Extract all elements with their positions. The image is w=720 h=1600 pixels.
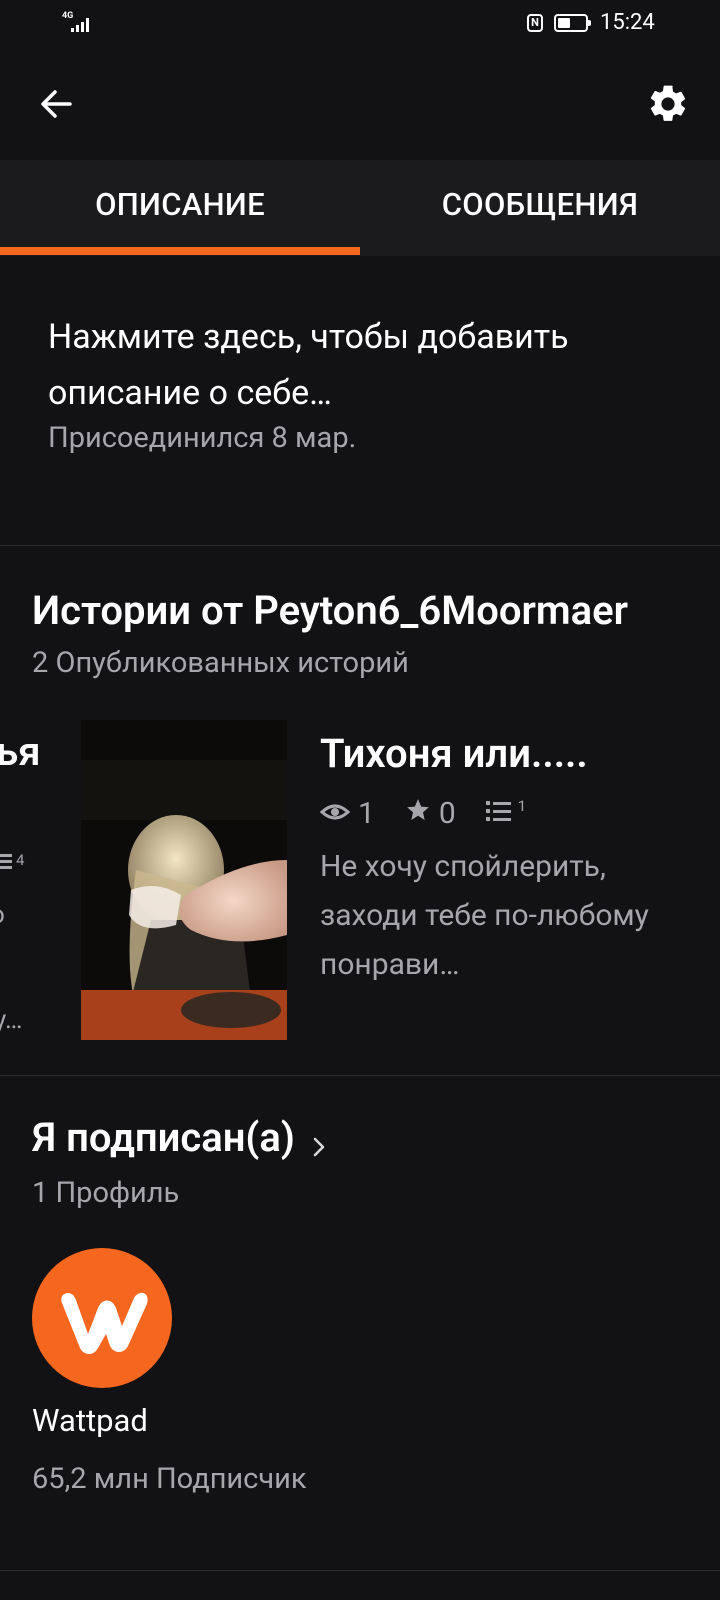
profile-tabs: ОПИСАНИЕ СООБЩЕНИЯ bbox=[0, 160, 720, 256]
profile-followers: 65,2 млн Подписчик bbox=[32, 1462, 307, 1496]
previous-story-parts: 4 bbox=[0, 851, 30, 875]
divider bbox=[0, 545, 720, 546]
list-icon bbox=[485, 796, 514, 831]
tab-description[interactable]: ОПИСАНИЕ bbox=[0, 160, 360, 256]
status-bar: 4G N 15:24 bbox=[0, 0, 720, 50]
previous-story-title-fragment[interactable]: ья bbox=[0, 728, 40, 775]
tab-messages[interactable]: СООБЩЕНИЯ bbox=[360, 160, 720, 256]
clock: 15:24 bbox=[600, 10, 655, 35]
joined-date: Присоединился 8 мар. bbox=[48, 421, 357, 455]
votes-count: 0 bbox=[438, 795, 456, 831]
following-section-title[interactable]: Я подписан(а) bbox=[32, 1114, 329, 1161]
divider bbox=[0, 1570, 720, 1571]
parts-count: 1 bbox=[517, 797, 527, 815]
following-count: 1 Профиль bbox=[32, 1176, 180, 1210]
story-stats: 1 0 1 bbox=[319, 793, 527, 833]
profile-name[interactable]: Wattpad bbox=[32, 1402, 148, 1439]
stories-section-title: Истории от Peyton6_6Moormaer bbox=[32, 587, 629, 634]
story-cover-image[interactable] bbox=[81, 720, 287, 1040]
previous-story-text-fragment: о bbox=[0, 900, 5, 930]
story-blurb: Не хочу спойлерить, заходи тебе по-любом… bbox=[320, 849, 649, 982]
previous-story-text-fragment: у… bbox=[0, 1005, 23, 1035]
nfc-icon: N bbox=[527, 14, 543, 32]
back-arrow-icon[interactable] bbox=[34, 82, 78, 126]
eye-icon bbox=[319, 796, 351, 831]
star-icon bbox=[405, 796, 431, 831]
battery-icon bbox=[554, 14, 591, 32]
stories-count: 2 Опубликованных историй bbox=[32, 646, 409, 680]
chevron-right-icon bbox=[309, 1124, 329, 1156]
signal-icon: 4G bbox=[62, 12, 98, 34]
previous-story-parts-count: 4 bbox=[16, 851, 25, 869]
active-tab-indicator bbox=[0, 247, 360, 255]
wattpad-logo-icon[interactable] bbox=[32, 1248, 172, 1388]
divider bbox=[0, 1075, 720, 1076]
story-title[interactable]: Тихоня или..... bbox=[320, 730, 588, 777]
add-description-prompt[interactable]: Нажмите здесь, чтобы добавить описание о… bbox=[48, 309, 688, 421]
reads-count: 1 bbox=[358, 795, 375, 831]
following-title-label: Я подписан(а) bbox=[32, 1114, 295, 1161]
settings-gear-icon[interactable] bbox=[646, 82, 690, 126]
